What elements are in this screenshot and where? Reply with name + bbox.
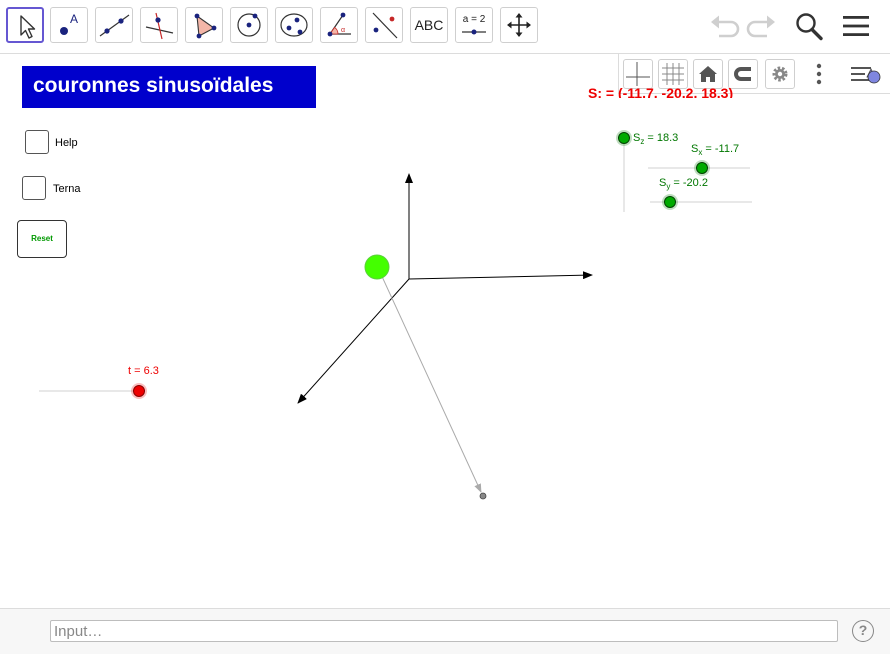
sx-slider-label: Sx = -11.7	[691, 143, 740, 158]
y-axis	[408, 271, 593, 280]
sy-slider-label: Sy = -20.2	[659, 177, 708, 192]
input-bar: ?	[0, 608, 890, 654]
algebra-input[interactable]	[50, 620, 838, 642]
input-help-button[interactable]: ?	[852, 620, 874, 642]
x-axis	[297, 278, 410, 404]
sy-slider-handle[interactable]	[664, 196, 676, 208]
sz-slider-label: Sz = 18.3	[633, 132, 679, 147]
graphics-canvas[interactable]	[0, 0, 890, 653]
t-slider-handle[interactable]	[133, 385, 145, 397]
sz-slider-handle[interactable]	[618, 132, 630, 144]
vector-s	[378, 269, 482, 493]
green-point[interactable]	[364, 254, 390, 280]
projection-point[interactable]	[479, 492, 487, 500]
t-slider-label: t = 6.3	[128, 365, 159, 377]
sx-slider-handle[interactable]	[696, 162, 708, 174]
